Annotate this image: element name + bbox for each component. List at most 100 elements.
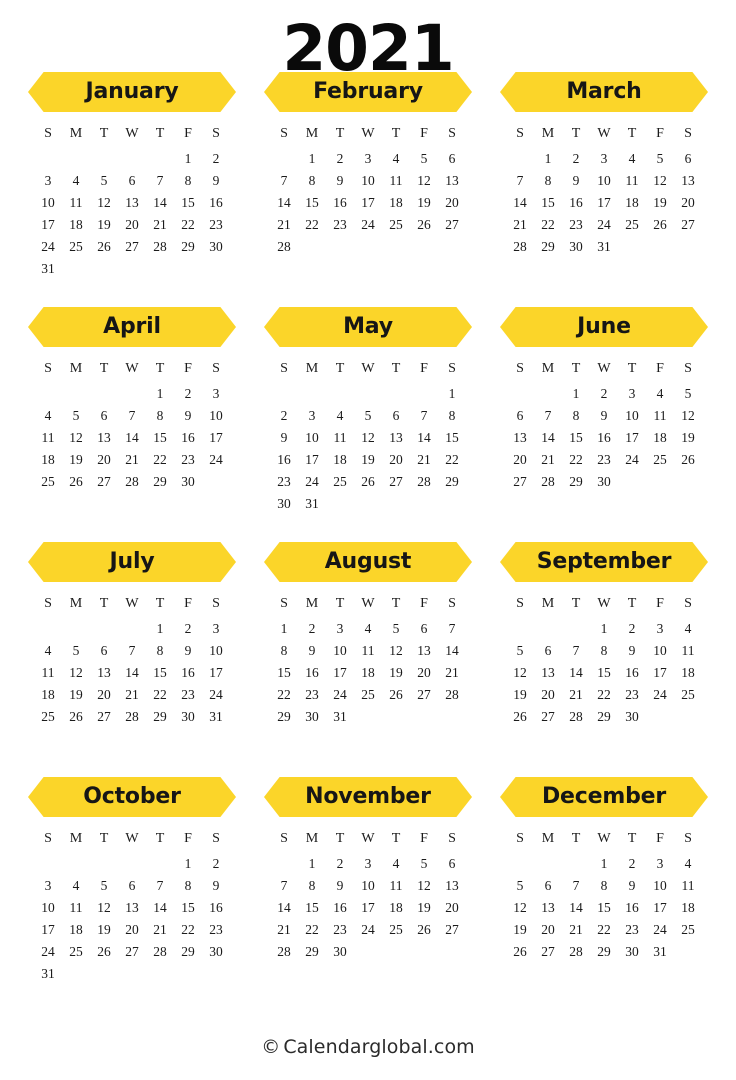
day-cell[interactable]: 15 [174, 192, 202, 214]
day-cell[interactable]: 16 [174, 662, 202, 684]
day-cell[interactable]: 30 [562, 236, 590, 258]
day-cell[interactable]: 11 [354, 640, 382, 662]
day-cell[interactable]: 11 [326, 427, 354, 449]
day-cell[interactable]: 20 [90, 684, 118, 706]
day-cell[interactable]: 21 [146, 214, 174, 236]
day-cell[interactable]: 31 [326, 706, 354, 728]
day-cell[interactable]: 7 [118, 640, 146, 662]
day-cell[interactable]: 24 [34, 236, 62, 258]
day-cell[interactable]: 11 [34, 427, 62, 449]
day-cell[interactable]: 25 [62, 236, 90, 258]
day-cell[interactable]: 4 [646, 383, 674, 405]
day-cell[interactable]: 8 [590, 640, 618, 662]
day-cell[interactable]: 21 [534, 449, 562, 471]
day-cell[interactable]: 9 [174, 405, 202, 427]
day-cell[interactable]: 7 [410, 405, 438, 427]
day-cell[interactable]: 4 [34, 640, 62, 662]
day-cell[interactable]: 24 [34, 941, 62, 963]
month-banner-april[interactable]: April [28, 307, 236, 347]
day-cell[interactable]: 28 [270, 941, 298, 963]
day-cell[interactable]: 20 [382, 449, 410, 471]
day-cell[interactable]: 17 [202, 427, 230, 449]
day-cell[interactable]: 14 [410, 427, 438, 449]
day-cell[interactable]: 1 [298, 853, 326, 875]
day-cell[interactable]: 22 [590, 919, 618, 941]
day-cell[interactable]: 25 [646, 449, 674, 471]
day-cell[interactable]: 3 [298, 405, 326, 427]
day-cell[interactable]: 31 [590, 236, 618, 258]
day-cell[interactable]: 30 [270, 493, 298, 515]
day-cell[interactable]: 14 [118, 662, 146, 684]
day-cell[interactable]: 1 [146, 383, 174, 405]
day-cell[interactable]: 21 [270, 214, 298, 236]
day-cell[interactable]: 4 [674, 853, 702, 875]
day-cell[interactable]: 16 [618, 662, 646, 684]
day-cell[interactable]: 11 [674, 875, 702, 897]
day-cell[interactable]: 6 [118, 170, 146, 192]
day-cell[interactable]: 9 [618, 875, 646, 897]
month-banner-june[interactable]: June [500, 307, 708, 347]
day-cell[interactable]: 27 [438, 919, 466, 941]
day-cell[interactable]: 31 [34, 963, 62, 985]
day-cell[interactable]: 24 [354, 919, 382, 941]
day-cell[interactable]: 25 [674, 919, 702, 941]
day-cell[interactable]: 12 [354, 427, 382, 449]
day-cell[interactable]: 14 [146, 897, 174, 919]
day-cell[interactable]: 21 [118, 684, 146, 706]
day-cell[interactable]: 12 [674, 405, 702, 427]
day-cell[interactable]: 17 [590, 192, 618, 214]
day-cell[interactable]: 29 [146, 471, 174, 493]
day-cell[interactable]: 7 [270, 875, 298, 897]
day-cell[interactable]: 19 [90, 919, 118, 941]
day-cell[interactable]: 23 [174, 449, 202, 471]
day-cell[interactable]: 24 [618, 449, 646, 471]
day-cell[interactable]: 20 [118, 919, 146, 941]
day-cell[interactable]: 22 [174, 919, 202, 941]
month-banner-may[interactable]: May [264, 307, 472, 347]
day-cell[interactable]: 29 [270, 706, 298, 728]
day-cell[interactable]: 3 [646, 853, 674, 875]
day-cell[interactable]: 22 [562, 449, 590, 471]
day-cell[interactable]: 6 [506, 405, 534, 427]
day-cell[interactable]: 30 [174, 471, 202, 493]
day-cell[interactable]: 24 [326, 684, 354, 706]
day-cell[interactable]: 18 [674, 662, 702, 684]
day-cell[interactable]: 20 [90, 449, 118, 471]
day-cell[interactable]: 12 [382, 640, 410, 662]
day-cell[interactable]: 1 [590, 618, 618, 640]
day-cell[interactable]: 12 [90, 192, 118, 214]
day-cell[interactable]: 27 [90, 706, 118, 728]
day-cell[interactable]: 29 [438, 471, 466, 493]
day-cell[interactable]: 18 [674, 897, 702, 919]
day-cell[interactable]: 24 [202, 684, 230, 706]
day-cell[interactable]: 1 [174, 853, 202, 875]
day-cell[interactable]: 17 [326, 662, 354, 684]
day-cell[interactable]: 11 [382, 875, 410, 897]
day-cell[interactable]: 15 [534, 192, 562, 214]
day-cell[interactable]: 27 [534, 706, 562, 728]
day-cell[interactable]: 10 [298, 427, 326, 449]
day-cell[interactable]: 26 [382, 684, 410, 706]
day-cell[interactable]: 24 [590, 214, 618, 236]
day-cell[interactable]: 19 [354, 449, 382, 471]
day-cell[interactable]: 7 [438, 618, 466, 640]
day-cell[interactable]: 19 [62, 684, 90, 706]
day-cell[interactable]: 6 [118, 875, 146, 897]
day-cell[interactable]: 11 [618, 170, 646, 192]
day-cell[interactable]: 10 [354, 170, 382, 192]
day-cell[interactable]: 18 [646, 427, 674, 449]
day-cell[interactable]: 15 [590, 897, 618, 919]
day-cell[interactable]: 13 [534, 662, 562, 684]
day-cell[interactable]: 23 [202, 214, 230, 236]
day-cell[interactable]: 23 [174, 684, 202, 706]
day-cell[interactable]: 20 [534, 919, 562, 941]
day-cell[interactable]: 18 [62, 919, 90, 941]
day-cell[interactable]: 2 [174, 618, 202, 640]
day-cell[interactable]: 19 [506, 919, 534, 941]
day-cell[interactable]: 10 [326, 640, 354, 662]
day-cell[interactable]: 8 [174, 875, 202, 897]
day-cell[interactable]: 19 [382, 662, 410, 684]
day-cell[interactable]: 18 [34, 684, 62, 706]
day-cell[interactable]: 20 [438, 897, 466, 919]
day-cell[interactable]: 27 [382, 471, 410, 493]
